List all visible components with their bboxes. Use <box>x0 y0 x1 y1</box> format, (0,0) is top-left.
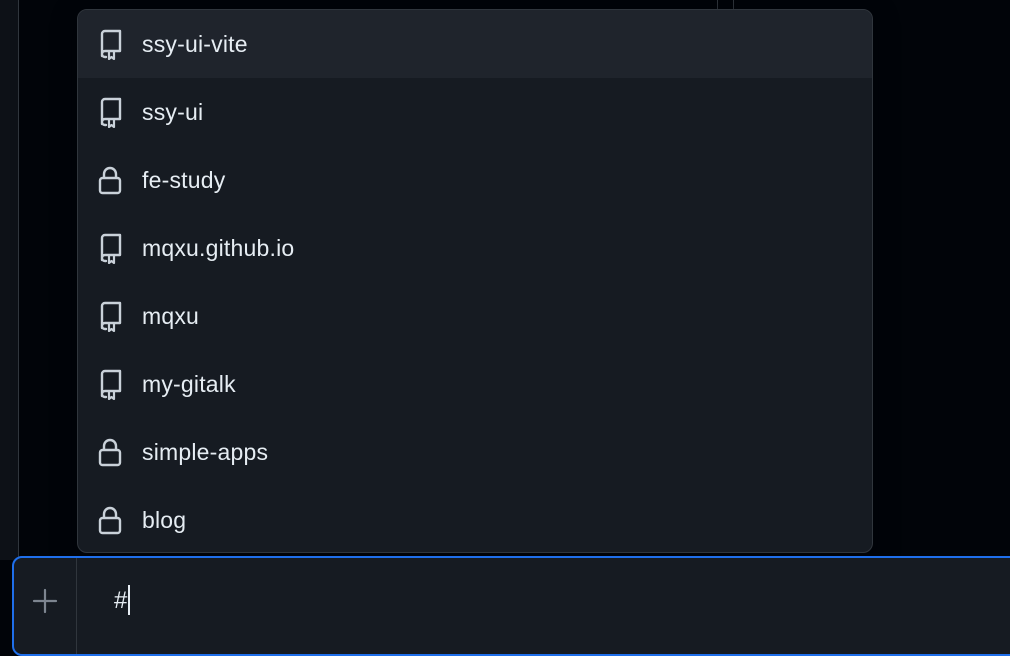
suggestion-item[interactable]: mqxu.github.io <box>78 214 872 282</box>
suggestion-label: mqxu <box>142 302 200 329</box>
add-button[interactable] <box>14 558 77 654</box>
lock-icon <box>97 504 123 536</box>
suggestion-item[interactable]: my-gitalk <box>78 350 872 418</box>
suggestion-label: my-gitalk <box>142 370 236 397</box>
suggestion-label: ssy-ui <box>142 98 204 125</box>
repo-icon <box>97 232 123 264</box>
repo-icon <box>97 368 123 400</box>
composer-input[interactable]: # <box>114 585 131 617</box>
suggestion-item[interactable]: ssy-ui <box>78 78 872 146</box>
composer-input-value: # <box>114 587 128 614</box>
lock-icon <box>97 436 123 468</box>
suggestion-label: mqxu.github.io <box>142 234 295 261</box>
plus-icon <box>32 588 58 614</box>
suggestion-list: ssy-ui-vite ssy-ui fe-study mqxu.github.io m… <box>78 10 872 552</box>
lock-icon <box>97 164 123 196</box>
repository-suggestions-dropdown: ssy-ui-vite ssy-ui fe-study mqxu.github.io m… <box>77 9 873 553</box>
suggestion-item[interactable]: blog <box>78 486 872 552</box>
suggestion-item[interactable]: mqxu <box>78 282 872 350</box>
repo-icon <box>97 300 123 332</box>
suggestion-label: blog <box>142 506 187 533</box>
suggestion-item[interactable]: fe-study <box>78 146 872 214</box>
suggestion-item[interactable]: ssy-ui-vite <box>78 10 872 78</box>
repo-icon <box>97 28 123 60</box>
left-panel-background <box>0 0 19 560</box>
suggestion-label: simple-apps <box>142 438 269 465</box>
suggestion-item[interactable]: simple-apps <box>78 418 872 486</box>
suggestion-label: ssy-ui-vite <box>142 30 248 57</box>
message-composer[interactable]: # <box>12 556 1010 656</box>
text-caret <box>128 585 131 616</box>
repo-icon <box>97 96 123 128</box>
suggestion-label: fe-study <box>142 166 226 193</box>
